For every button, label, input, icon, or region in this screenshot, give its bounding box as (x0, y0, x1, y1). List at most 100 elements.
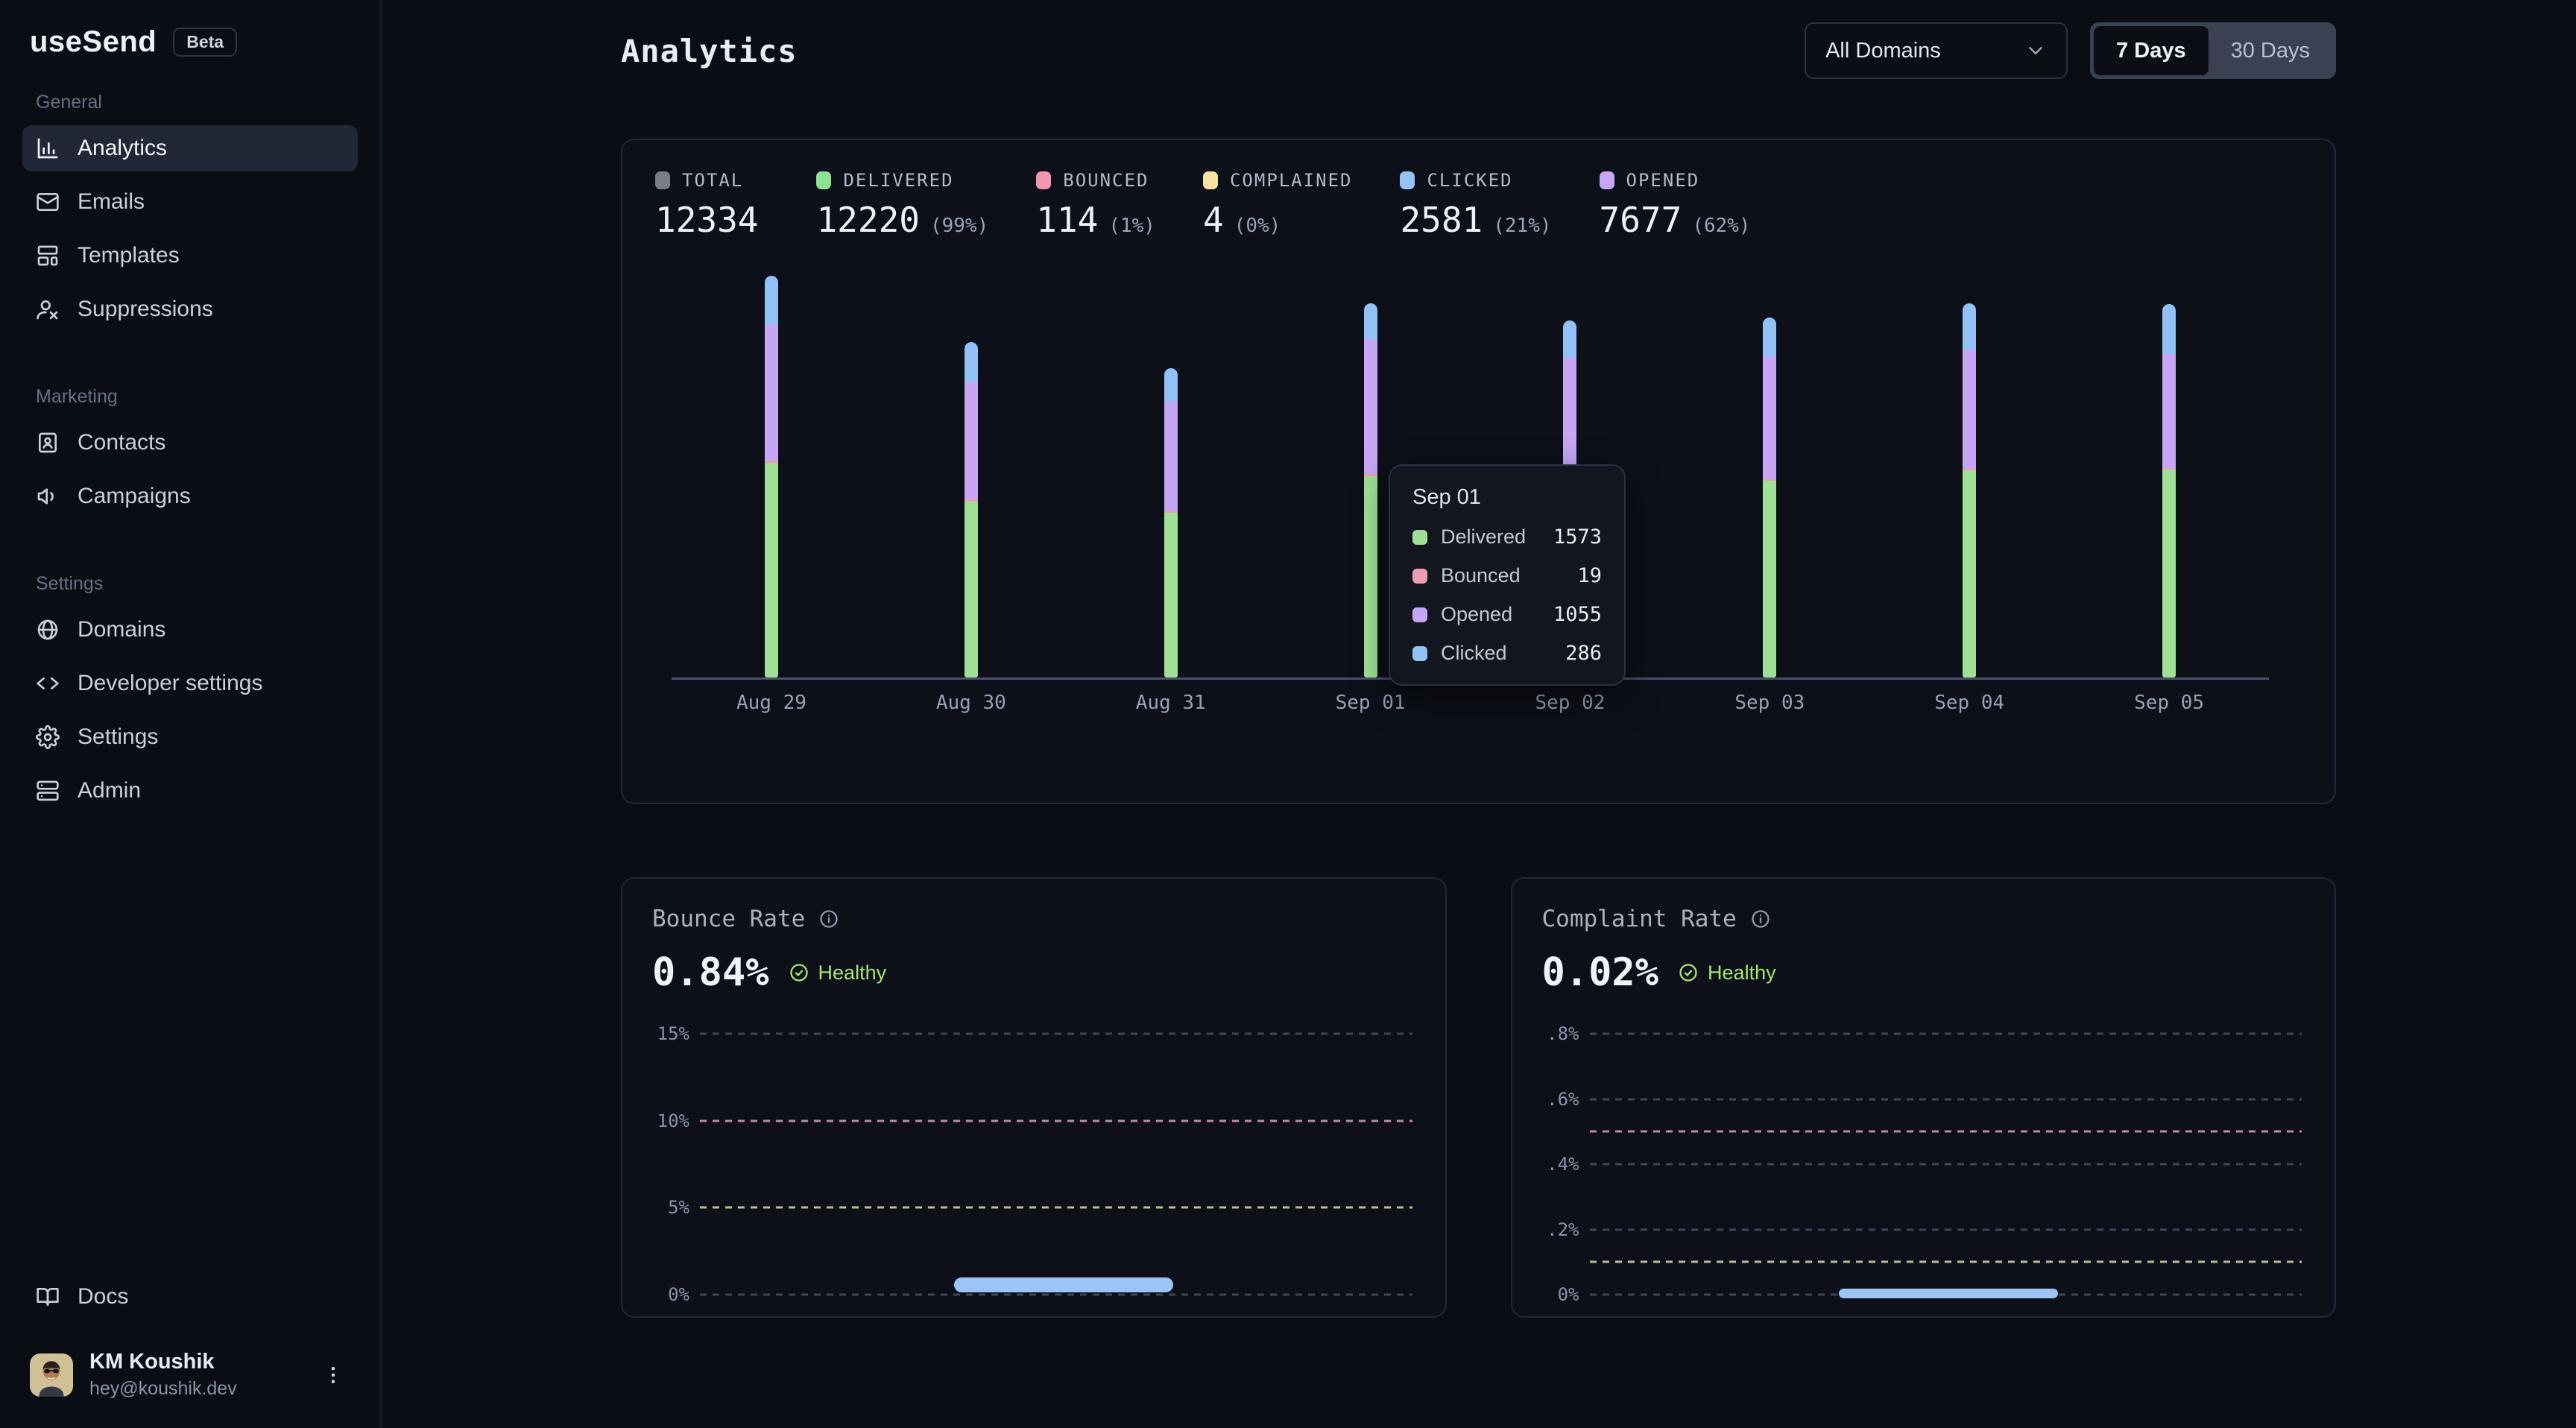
stat-dot (655, 171, 670, 189)
bounce-grid: 15%10%5%0% (652, 1034, 1415, 1295)
sidebar-item-campaigns[interactable]: Campaigns (22, 473, 358, 519)
sidebar-item-docs[interactable]: Docs (22, 1274, 358, 1320)
bar-segment-delivered (1963, 470, 1976, 677)
user-menu[interactable]: KM Koushik hey@koushik.dev (22, 1350, 358, 1400)
rate-cards-row: Bounce Rate 0.84% Healthy 15%10%5%0% Com… (621, 877, 2336, 1318)
sidebar-item-label: Settings (78, 724, 158, 750)
stats-row: TOTAL 12334 DELIVERED 12220(99%) BOUNCED… (655, 170, 2302, 240)
sidebar-item-label: Contacts (78, 430, 165, 455)
rate-data-band (1839, 1289, 2058, 1298)
bar-column-sep-03[interactable] (1670, 276, 1869, 677)
bar-segment-opened (2162, 354, 2176, 468)
bounce-grid-area (700, 1034, 1412, 1295)
complaint-rate-value: 0.02% (1542, 950, 1659, 995)
bar-chart-icon (36, 136, 60, 160)
stat-label-row: OPENED (1600, 170, 1751, 191)
bounce-rate-header: Bounce Rate (652, 906, 1415, 932)
user-info: KM Koushik hey@koushik.dev (89, 1350, 237, 1400)
nav-section-settings: Settings Domains Developer settings Sett… (22, 573, 358, 821)
complaint-grid-area (1590, 1034, 2302, 1295)
domain-filter-select[interactable]: All Domains (1805, 22, 2068, 79)
stat-label-row: DELIVERED (816, 170, 988, 191)
stat-clicked: CLICKED 2581(21%) (1400, 170, 1551, 240)
bar-column-sep-05[interactable] (2069, 276, 2269, 677)
date-range-toggle: 7 Days 30 Days (2090, 22, 2336, 79)
chart-tooltip: Sep 01 Delivered1573 Bounced19 Opened105… (1389, 464, 1626, 686)
bar-segment-opened (1763, 356, 1776, 479)
bar-column-sep-04[interactable] (1869, 276, 2069, 677)
stat-dot (1036, 171, 1051, 189)
analytics-card: TOTAL 12334 DELIVERED 12220(99%) BOUNCED… (621, 139, 2336, 804)
kebab-menu-icon[interactable] (316, 1358, 350, 1392)
bar-segment-clicked (1963, 303, 1976, 350)
bar-segment-delivered (1763, 481, 1776, 677)
sidebar-item-analytics[interactable]: Analytics (22, 125, 358, 171)
complaint-rate-title: Complaint Rate (1542, 906, 1737, 932)
bar-segment-delivered (965, 502, 978, 677)
stat-bounced: BOUNCED 114(1%) (1036, 170, 1155, 240)
main-content: Analytics All Domains 7 Days 30 Days TOT… (382, 0, 2576, 1428)
bar-segment-opened (765, 324, 778, 461)
y-tick-label: .2% (1542, 1219, 1579, 1240)
nav-section-marketing: Marketing Contacts Campaigns (22, 386, 358, 527)
stat-pct: (1%) (1108, 215, 1155, 237)
stat-delivered: DELIVERED 12220(99%) (816, 170, 988, 240)
sidebar-item-developer-settings[interactable]: Developer settings (22, 660, 358, 707)
bar-chart-plot: Sep 01 Delivered1573 Bounced19 Opened105… (672, 276, 2269, 680)
sidebar-item-settings[interactable]: Settings (22, 714, 358, 760)
tooltip-swatch (1412, 607, 1427, 622)
health-label: Healthy (1708, 961, 1776, 985)
sidebar-item-admin[interactable]: Admin (22, 768, 358, 814)
bar-column-aug-30[interactable] (871, 276, 1071, 677)
gridline-.2% (1590, 1228, 2302, 1230)
bar-column-aug-29[interactable] (672, 276, 871, 677)
y-tick-label: .8% (1542, 1023, 1579, 1044)
megaphone-icon (36, 484, 60, 508)
stat-dot (816, 171, 831, 189)
bounce-rate-title: Bounce Rate (652, 906, 805, 932)
range-option-30-days[interactable]: 30 Days (2209, 26, 2332, 75)
gridline-.8% (1590, 1033, 2302, 1035)
check-circle-icon (789, 962, 809, 983)
stat-opened: OPENED 7677(62%) (1600, 170, 1751, 240)
health-label: Healthy (818, 961, 887, 985)
bar-segment-clicked (1164, 368, 1178, 402)
sidebar-item-templates[interactable]: Templates (22, 233, 358, 279)
avatar (30, 1353, 73, 1397)
y-tick-label: 10% (652, 1111, 689, 1131)
sidebar-item-domains[interactable]: Domains (22, 607, 358, 653)
complaint-rate-value-row: 0.02% Healthy (1542, 950, 2305, 995)
bar-segment-delivered (2162, 470, 2176, 677)
app-logo: useSend (30, 25, 157, 59)
stat-total: TOTAL 12334 (655, 170, 768, 240)
stat-value: 12334 (655, 200, 758, 240)
bounce-rate-card: Bounce Rate 0.84% Healthy 15%10%5%0% (621, 877, 1447, 1318)
code-icon (36, 672, 60, 695)
rate-data-band (954, 1277, 1173, 1292)
nav-section-general: General Analytics Emails Templates Suppr… (22, 92, 358, 340)
range-option-7-days[interactable]: 7 Days (2094, 26, 2209, 75)
bar-segment-delivered (1164, 513, 1178, 677)
user-x-icon (36, 297, 60, 321)
bar-segment-opened (1364, 339, 1377, 474)
stat-pct: (0%) (1234, 215, 1281, 237)
sidebar-item-suppressions[interactable]: Suppressions (22, 286, 358, 332)
bounce-rate-value-row: 0.84% Healthy (652, 950, 1415, 995)
tooltip-swatch (1412, 569, 1427, 584)
sidebar-item-label: Templates (78, 243, 180, 268)
sidebar-item-emails[interactable]: Emails (22, 179, 358, 225)
sidebar: useSend Beta General Analytics Emails Te… (0, 0, 382, 1428)
bar-segment-clicked (765, 276, 778, 324)
sidebar-item-contacts[interactable]: Contacts (22, 420, 358, 466)
stat-value: 2581 (1400, 200, 1483, 240)
complaint-rate-header: Complaint Rate (1542, 906, 2305, 932)
section-label: General (22, 92, 358, 113)
info-icon[interactable] (818, 909, 839, 929)
x-axis-label: Aug 31 (1071, 692, 1271, 714)
bar-column-aug-31[interactable] (1071, 276, 1271, 677)
y-tick-label: 0% (652, 1284, 689, 1305)
info-icon[interactable] (1750, 909, 1771, 929)
y-tick-label: .4% (1542, 1154, 1579, 1175)
check-circle-icon (1678, 962, 1699, 983)
contact-book-icon (36, 431, 60, 455)
